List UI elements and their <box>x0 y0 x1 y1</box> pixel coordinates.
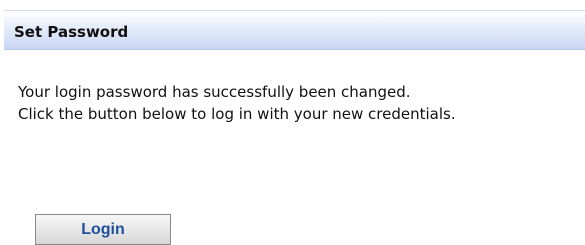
message-line-1: Your login password has successfully bee… <box>18 83 411 101</box>
success-message: Your login password has successfully bee… <box>18 81 578 125</box>
login-button[interactable]: Login <box>35 214 171 245</box>
panel-header: Set Password <box>4 10 585 50</box>
set-password-panel: Set Password Your login password has suc… <box>0 0 585 245</box>
panel-title: Set Password <box>14 23 129 41</box>
message-line-2: Click the button below to log in with yo… <box>18 105 456 123</box>
